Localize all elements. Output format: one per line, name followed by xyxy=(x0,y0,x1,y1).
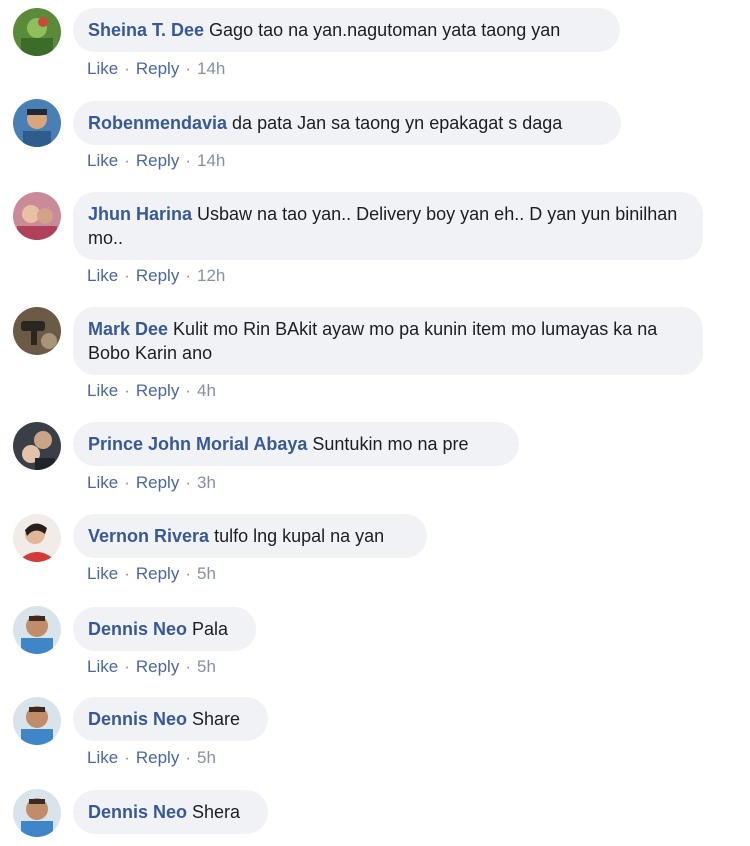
separator-dot: · xyxy=(185,473,191,492)
comment-author-link[interactable]: Jhun Harina xyxy=(88,204,192,224)
comment-bubble: Prince John Morial Abaya Suntukin mo na p… xyxy=(73,422,519,466)
comment-text: tulfo lng kupal na yan xyxy=(214,526,385,546)
comment-bubble: Jhun Harina Usbaw na tao yan.. Delivery b… xyxy=(73,192,703,260)
like-link[interactable]: Like xyxy=(87,151,118,170)
comment-author-link[interactable]: Dennis Neo xyxy=(88,709,187,729)
separator-dot: · xyxy=(124,381,130,400)
comment-timestamp[interactable]: 5h xyxy=(197,564,216,583)
comment-author-link[interactable]: Mark Dee xyxy=(88,319,168,339)
reply-link[interactable]: Reply xyxy=(136,151,179,170)
separator-dot: · xyxy=(185,59,191,78)
avatar[interactable] xyxy=(13,307,61,355)
avatar[interactable] xyxy=(13,99,61,147)
comment-bubble: Mark Dee Kulit mo Rin BAkit ayaw mo pa ku… xyxy=(73,307,703,375)
reply-link[interactable]: Reply xyxy=(136,748,179,767)
like-link[interactable]: Like xyxy=(87,473,118,492)
reply-link[interactable]: Reply xyxy=(136,657,179,676)
separator-dot: · xyxy=(185,748,191,767)
avatar[interactable] xyxy=(13,697,61,745)
comment-actions: Like · Reply · 5h xyxy=(87,564,216,584)
comment-timestamp[interactable]: 12h xyxy=(197,266,225,285)
like-link[interactable]: Like xyxy=(87,748,118,767)
comment-bubble: Dennis Neo Share xyxy=(73,697,268,741)
comment-author-link[interactable]: Robenmendavia xyxy=(88,113,227,133)
comment-timestamp[interactable]: 3h xyxy=(197,473,216,492)
separator-dot: · xyxy=(185,381,191,400)
separator-dot: · xyxy=(124,748,130,767)
comment-actions: Like · Reply · 14h xyxy=(87,59,225,79)
comment-bubble: Sheina T. Dee Gago tao na yan.nagutoman y… xyxy=(73,8,620,52)
avatar[interactable] xyxy=(13,192,61,240)
comment-actions: Like · Reply · 14h xyxy=(87,151,225,171)
reply-link[interactable]: Reply xyxy=(136,59,179,78)
comment-timestamp[interactable]: 5h xyxy=(197,657,216,676)
like-link[interactable]: Like xyxy=(87,381,118,400)
separator-dot: · xyxy=(124,59,130,78)
comment-author-link[interactable]: Dennis Neo xyxy=(88,619,187,639)
comment-author-link[interactable]: Vernon Rivera xyxy=(88,526,209,546)
comment-text: Share xyxy=(192,709,241,729)
separator-dot: · xyxy=(185,657,191,676)
separator-dot: · xyxy=(185,266,191,285)
comment-author-link[interactable]: Sheina T. Dee xyxy=(88,20,204,40)
comment-bubble: Robenmendavia da pata Jan sa taong yn epa… xyxy=(73,101,621,145)
reply-link[interactable]: Reply xyxy=(136,564,179,583)
comment-actions: Like · Reply · 5h xyxy=(87,657,216,677)
comment-timestamp[interactable]: 5h xyxy=(197,748,216,767)
like-link[interactable]: Like xyxy=(87,59,118,78)
separator-dot: · xyxy=(124,151,130,170)
comment-timestamp[interactable]: 14h xyxy=(197,59,225,78)
reply-link[interactable]: Reply xyxy=(136,381,179,400)
avatar[interactable] xyxy=(13,606,61,654)
comment-timestamp[interactable]: 4h xyxy=(197,381,216,400)
comment-actions: Like · Reply · 12h xyxy=(87,266,225,286)
comment-timestamp[interactable]: 14h xyxy=(197,151,225,170)
separator-dot: · xyxy=(124,266,130,285)
avatar[interactable] xyxy=(13,789,61,837)
separator-dot: · xyxy=(124,657,130,676)
separator-dot: · xyxy=(124,473,130,492)
separator-dot: · xyxy=(124,564,130,583)
comment-text: Gago tao na yan.nagutoman yata taong yan xyxy=(209,20,561,40)
separator-dot: · xyxy=(185,151,191,170)
avatar[interactable] xyxy=(13,8,61,56)
comment-bubble: Vernon Rivera tulfo lng kupal na yan xyxy=(73,514,427,558)
avatar[interactable] xyxy=(13,422,61,470)
comment-text: Pala xyxy=(192,619,229,639)
comment-actions: Like · Reply · 4h xyxy=(87,381,216,401)
like-link[interactable]: Like xyxy=(87,266,118,285)
comment-author-link[interactable]: Prince John Morial Abaya xyxy=(88,434,307,454)
comment-text: Suntukin mo na pre xyxy=(312,434,469,454)
comment-author-link[interactable]: Dennis Neo xyxy=(88,802,187,822)
like-link[interactable]: Like xyxy=(87,657,118,676)
avatar[interactable] xyxy=(13,514,61,562)
like-link[interactable]: Like xyxy=(87,564,118,583)
comment-text: da pata Jan sa taong yn epakagat s daga xyxy=(232,113,563,133)
comment-text: Kulit mo Rin BAkit ayaw mo pa kunin item… xyxy=(88,319,658,363)
comment-text: Shera xyxy=(192,802,241,822)
separator-dot: · xyxy=(185,564,191,583)
comment-bubble: Dennis Neo Pala xyxy=(73,607,256,651)
comment-actions: Like · Reply · 5h xyxy=(87,748,216,768)
reply-link[interactable]: Reply xyxy=(136,266,179,285)
reply-link[interactable]: Reply xyxy=(136,473,179,492)
comment-actions: Like · Reply · 3h xyxy=(87,473,216,493)
comment-bubble: Dennis Neo Shera xyxy=(73,790,268,834)
